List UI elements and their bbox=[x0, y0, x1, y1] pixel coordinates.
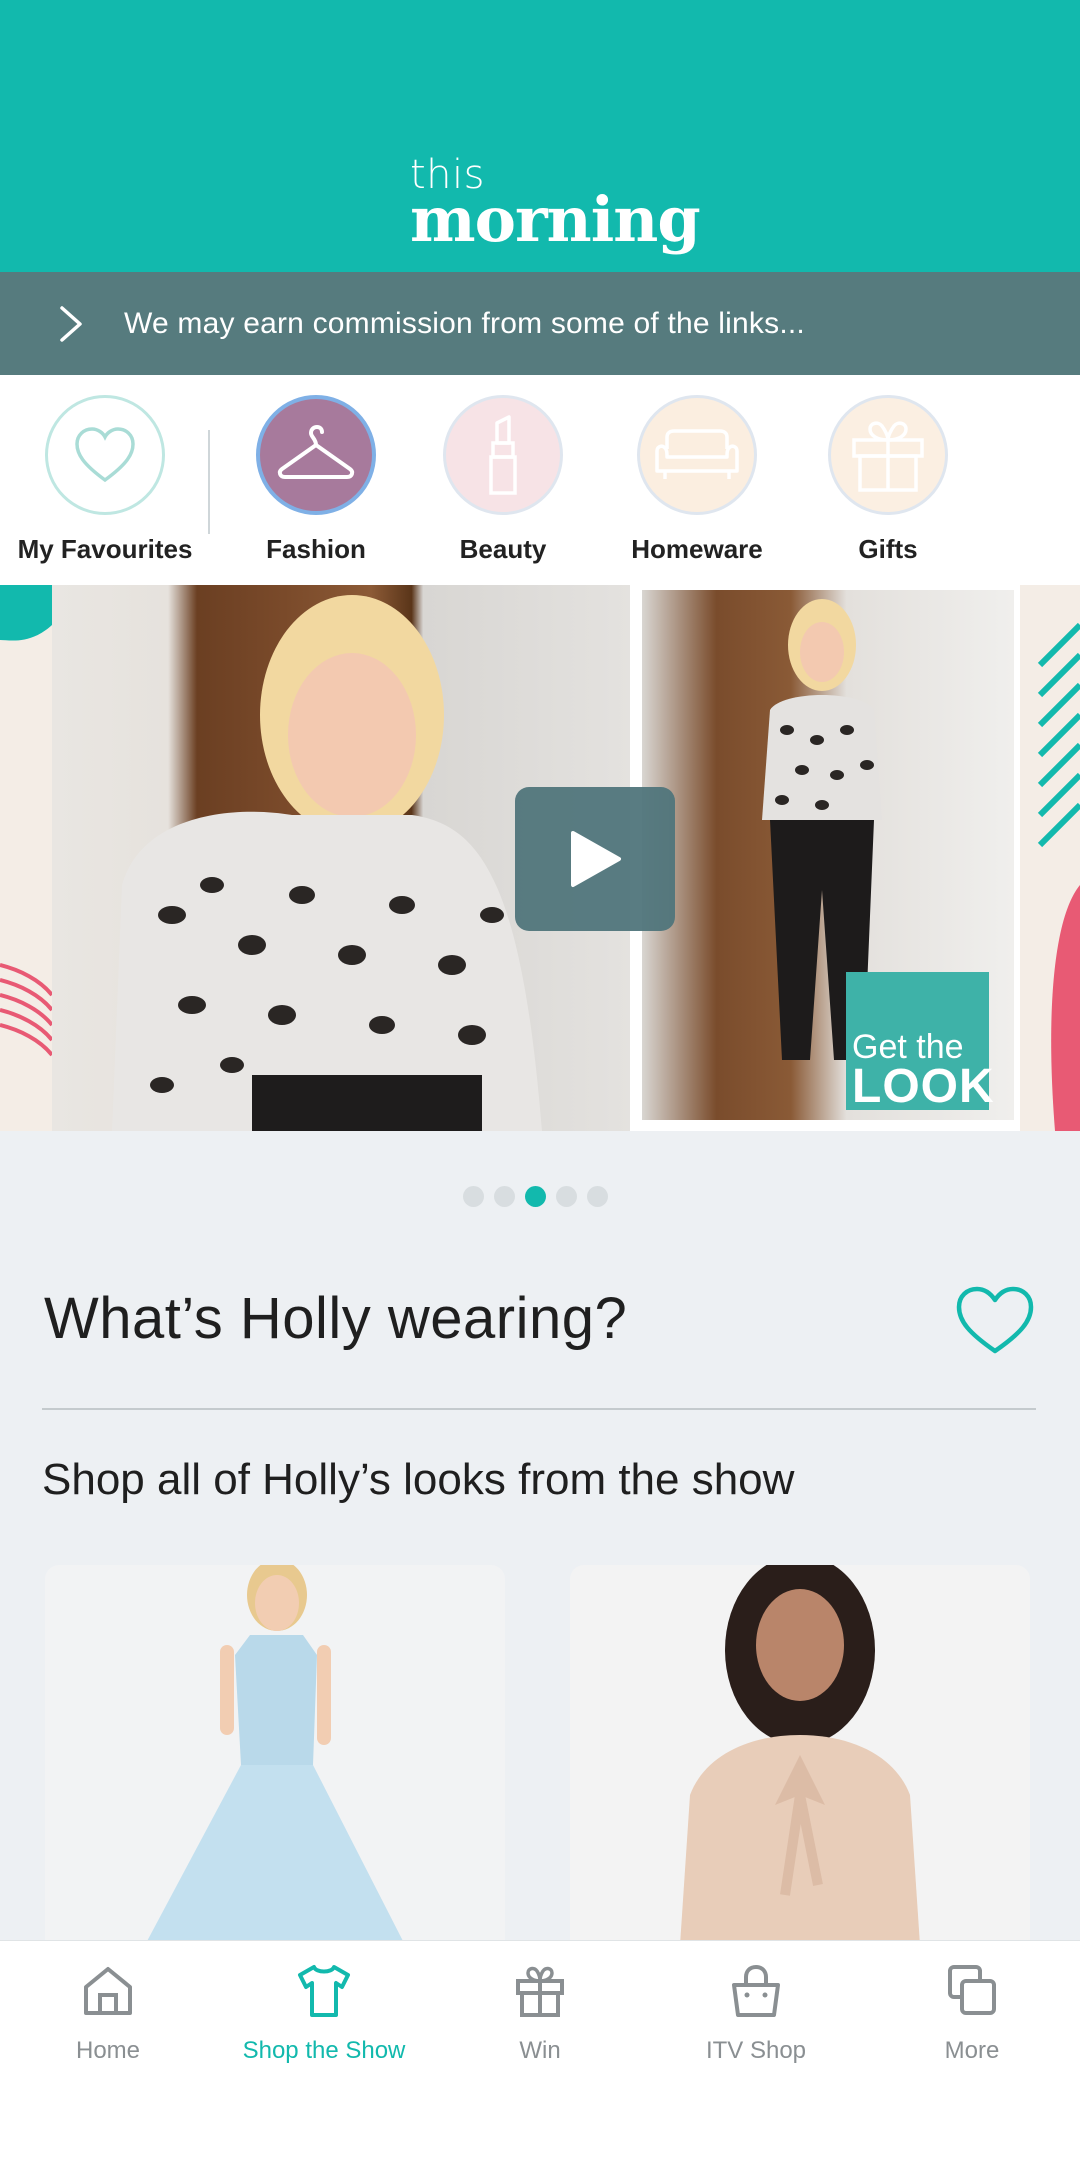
tab-label: Shop the Show bbox=[242, 2037, 406, 2064]
product-image-blue-gown bbox=[145, 1565, 405, 1945]
product-card[interactable] bbox=[570, 1565, 1030, 1945]
badge-line-1: Get the bbox=[852, 1028, 964, 1066]
shopping-bag-icon bbox=[732, 1964, 780, 2017]
category-beauty[interactable]: Beauty bbox=[403, 395, 603, 565]
heart-icon bbox=[75, 427, 135, 483]
commission-banner[interactable]: We may earn commission from some of the … bbox=[0, 272, 1080, 375]
carousel-pagination bbox=[463, 1186, 608, 1208]
category-label: My Favourites bbox=[17, 534, 193, 564]
tab-label: Home bbox=[75, 2037, 141, 2064]
tshirt-icon bbox=[298, 1965, 350, 2017]
beauty-circle bbox=[443, 395, 563, 515]
tab-label: More bbox=[944, 2037, 1000, 2064]
commission-text: We may earn commission from some of the … bbox=[124, 306, 805, 340]
tab-win[interactable]: Win bbox=[432, 1961, 648, 2065]
gift-icon bbox=[852, 421, 924, 492]
section-divider bbox=[42, 1408, 1036, 1410]
category-label: Beauty bbox=[459, 534, 547, 564]
tab-label: ITV Shop bbox=[705, 2037, 807, 2064]
section-title: What’s Holly wearing? bbox=[44, 1286, 628, 1351]
carousel-dot-active[interactable] bbox=[525, 1186, 546, 1207]
product-image-blush-blouse bbox=[680, 1565, 920, 1945]
carousel-dot[interactable] bbox=[494, 1186, 515, 1207]
favourite-heart-icon[interactable] bbox=[955, 1285, 1035, 1357]
category-label: Fashion bbox=[266, 534, 366, 564]
sofa-icon bbox=[655, 429, 739, 479]
copy-icon bbox=[948, 1965, 996, 2015]
app-header: this morning bbox=[0, 0, 1080, 272]
tab-itv-shop[interactable]: ITV Shop bbox=[648, 1961, 864, 2065]
category-divider bbox=[208, 430, 210, 534]
play-icon bbox=[571, 831, 621, 887]
fashion-circle bbox=[256, 395, 376, 515]
section-subtitle: Shop all of Holly’s looks from the show bbox=[42, 1455, 795, 1504]
decorative-stripes-left bbox=[0, 585, 52, 1057]
category-label: Gifts bbox=[858, 534, 918, 564]
category-label: Homeware bbox=[631, 534, 763, 564]
chevron-right-icon bbox=[60, 305, 82, 342]
category-homeware[interactable]: Homeware bbox=[597, 395, 797, 565]
tab-more[interactable]: More bbox=[864, 1961, 1080, 2065]
gift-icon bbox=[516, 1966, 564, 2017]
carousel-dot[interactable] bbox=[463, 1186, 484, 1207]
product-card[interactable] bbox=[45, 1565, 505, 1945]
badge-line-2: LOOK bbox=[852, 1060, 995, 1113]
home-icon bbox=[84, 1967, 132, 2015]
bottom-tab-bar: Home Shop the Show Win ITV Shop More bbox=[0, 1940, 1080, 2161]
lipstick-icon bbox=[489, 415, 517, 495]
carousel-dot[interactable] bbox=[556, 1186, 577, 1207]
category-fashion[interactable]: Fashion bbox=[216, 395, 416, 565]
gifts-circle bbox=[828, 395, 948, 515]
get-the-look-badge: Get the LOOK bbox=[846, 972, 995, 1113]
category-my-favourites[interactable]: My Favourites bbox=[5, 395, 205, 565]
favourites-circle bbox=[45, 395, 165, 515]
tab-home[interactable]: Home bbox=[0, 1961, 216, 2065]
tab-label: Win bbox=[519, 2037, 561, 2064]
carousel-dot[interactable] bbox=[587, 1186, 608, 1207]
play-video-button[interactable] bbox=[515, 787, 675, 931]
homeware-circle bbox=[637, 395, 757, 515]
this-morning-logo: this morning bbox=[410, 155, 701, 256]
category-bar: My Favourites Fashion Beauty Homeware Gi… bbox=[0, 375, 1080, 585]
tab-shop-the-show[interactable]: Shop the Show bbox=[216, 1961, 432, 2065]
logo-line-2: morning bbox=[410, 183, 701, 256]
decorative-stripes-right bbox=[1037, 622, 1080, 1131]
category-gifts[interactable]: Gifts bbox=[788, 395, 988, 565]
hanger-icon bbox=[277, 425, 355, 479]
